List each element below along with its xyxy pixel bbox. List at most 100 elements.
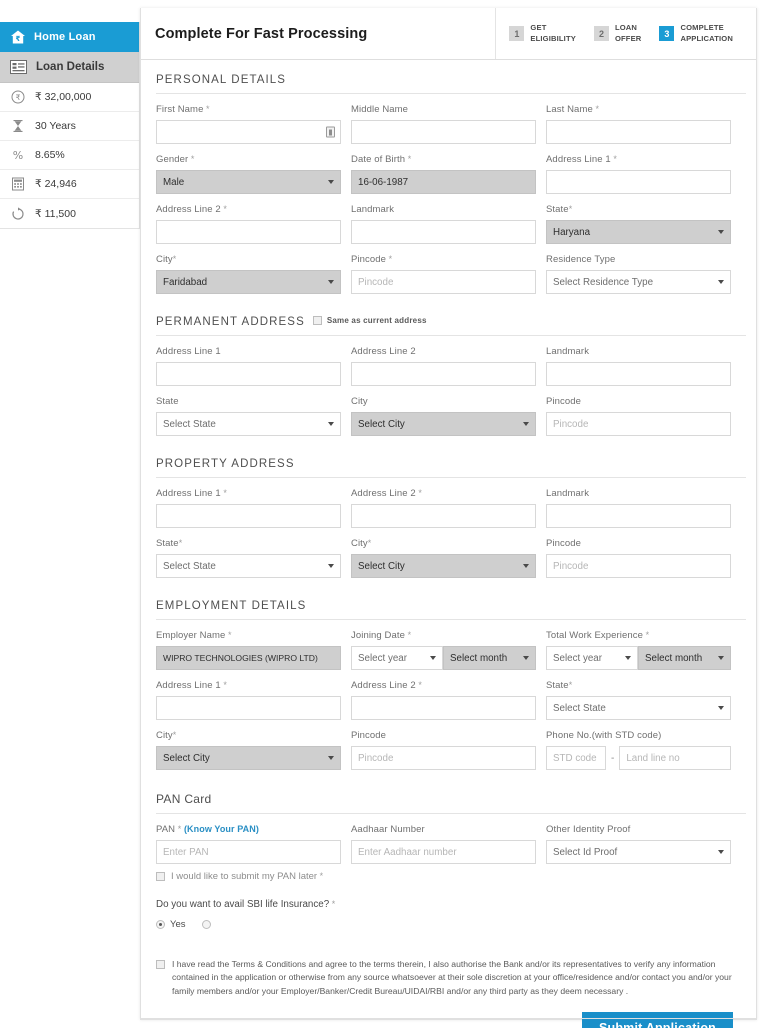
middle-name-input[interactable]: [351, 120, 536, 144]
perm-city-select[interactable]: Select City: [351, 412, 536, 436]
residence-type-value: Select Residence Type: [553, 276, 654, 288]
step-get-eligibility[interactable]: 1 GET ELIGIBILITY: [500, 8, 585, 59]
checkbox-icon[interactable]: [156, 872, 165, 881]
checkbox-icon[interactable]: [156, 960, 165, 969]
step-loan-offer[interactable]: 2 LOAN OFFER: [585, 8, 650, 59]
emp-pincode-input[interactable]: Pincode: [351, 746, 536, 770]
field-label: State*: [156, 538, 183, 549]
field-prop-address-line-2: Address Line 2 *: [351, 488, 536, 528]
insurance-question-text: Do you want to avail SBI life Insurance?: [156, 899, 330, 910]
home-icon: ₹: [10, 29, 26, 45]
state-select[interactable]: Haryana: [546, 220, 731, 244]
chevron-down-icon: [328, 564, 334, 568]
sidebar-stat-interest-rate: % 8.65%: [0, 141, 139, 170]
checkbox-icon[interactable]: [312, 316, 322, 325]
field-phone-number: Phone No.(with STD code) STD code - Land…: [546, 730, 731, 770]
field-label: Last Name *: [546, 104, 600, 115]
std-code-input[interactable]: STD code: [546, 746, 606, 770]
insurance-option-yes[interactable]: Yes: [156, 919, 186, 930]
section-header-property-address: PROPERTY ADDRESS: [156, 458, 746, 478]
pan-input[interactable]: Enter PAN: [156, 840, 341, 864]
page-title: Complete For Fast Processing: [155, 25, 368, 42]
other-id-proof-select[interactable]: Select Id Proof: [546, 840, 731, 864]
perm-address-line-1-input[interactable]: [156, 362, 341, 386]
autofill-icon[interactable]: [326, 126, 335, 138]
sidebar-stat-value: ₹ 24,946: [35, 178, 77, 190]
form-row: State* Select State City* Select City Pi…: [156, 538, 744, 578]
prop-state-select[interactable]: Select State: [156, 554, 341, 578]
aadhaar-input[interactable]: Enter Aadhaar number: [351, 840, 536, 864]
field-emp-address-line-1: Address Line 1 *: [156, 680, 341, 720]
sidebar-item-loan-details[interactable]: Loan Details: [0, 52, 139, 83]
emp-address-line-1-input[interactable]: [156, 696, 341, 720]
experience-year-select[interactable]: Select year: [546, 646, 638, 670]
radio-icon[interactable]: [156, 920, 165, 929]
experience-month-value: Select month: [645, 652, 703, 664]
field-label: Gender *: [156, 154, 195, 165]
emp-city-select[interactable]: Select City: [156, 746, 341, 770]
perm-pincode-input[interactable]: Pincode: [546, 412, 731, 436]
address-line-1-input[interactable]: [546, 170, 731, 194]
same-as-current-address-toggle[interactable]: Same as current address: [312, 316, 427, 325]
field-city: City* Faridabad: [156, 254, 341, 294]
sidebar-stat-tenure: 30 Years: [0, 112, 139, 141]
first-name-input[interactable]: [156, 120, 341, 144]
joining-year-select[interactable]: Select year: [351, 646, 443, 670]
prop-address-line-1-input[interactable]: [156, 504, 341, 528]
step-complete-application[interactable]: 3 COMPLETE APPLICATION: [650, 8, 742, 59]
form-row: Address Line 1 * Address Line 2 * Landma…: [156, 488, 744, 528]
landmark-input[interactable]: [351, 220, 536, 244]
perm-landmark-input[interactable]: [546, 362, 731, 386]
pincode-input[interactable]: Pincode: [351, 270, 536, 294]
insurance-option-no[interactable]: [201, 920, 216, 929]
form-row: First Name * Middle Name Last Name *: [156, 104, 744, 144]
form-row: Employer Name * WIPRO TECHNOLOGIES (WIPR…: [156, 630, 744, 670]
perm-state-select[interactable]: Select State: [156, 412, 341, 436]
landline-number-input[interactable]: Land line no: [619, 746, 731, 770]
chevron-down-icon: [718, 656, 724, 660]
step-indicator: 1 GET ELIGIBILITY 2 LOAN OFFER 3 COMPLET…: [495, 8, 742, 59]
percent-icon: %: [11, 148, 25, 162]
address-line-2-input[interactable]: [156, 220, 341, 244]
gender-select[interactable]: Male: [156, 170, 341, 194]
field-label: Landmark: [546, 346, 590, 357]
field-label: City*: [351, 538, 372, 549]
emp-state-select[interactable]: Select State: [546, 696, 731, 720]
city-select[interactable]: Faridabad: [156, 270, 341, 294]
joining-month-value: Select month: [450, 652, 508, 664]
perm-address-line-2-input[interactable]: [351, 362, 536, 386]
prop-address-line-2-input[interactable]: [351, 504, 536, 528]
sidebar-item-home-loan[interactable]: ₹ Home Loan: [0, 22, 139, 52]
field-label: Address Line 1 *: [546, 154, 617, 165]
prop-pincode-input[interactable]: Pincode: [546, 554, 731, 578]
experience-month-select[interactable]: Select month: [638, 646, 731, 670]
section-title: PROPERTY ADDRESS: [156, 458, 295, 470]
sidebar-stat-value: 8.65%: [35, 149, 65, 161]
joining-month-select[interactable]: Select month: [443, 646, 536, 670]
last-name-input[interactable]: [546, 120, 731, 144]
pan-later-checkbox-row[interactable]: I would like to submit my PAN later *: [156, 871, 744, 882]
field-perm-city: City Select City: [351, 396, 536, 436]
form-row: Address Line 2 * Landmark State* Haryana: [156, 204, 744, 244]
section-header-pan-card: PAN Card: [156, 792, 746, 814]
field-label: Address Line 1 *: [156, 488, 227, 499]
experience-year-value: Select year: [553, 652, 603, 664]
field-label: Address Line 2: [351, 346, 416, 357]
gender-value: Male: [163, 176, 185, 188]
form-row: State Select State City Select City Pinc…: [156, 396, 744, 436]
prop-landmark-input[interactable]: [546, 504, 731, 528]
section-title: EMPLOYMENT DETAILS: [156, 600, 307, 612]
employer-name-input[interactable]: WIPRO TECHNOLOGIES (WIPRO LTD): [156, 646, 341, 670]
field-prop-state: State* Select State: [156, 538, 341, 578]
field-emp-city: City* Select City: [156, 730, 341, 770]
prop-city-select[interactable]: Select City: [351, 554, 536, 578]
know-your-pan-link[interactable]: (Know Your PAN): [184, 824, 259, 834]
residence-type-select[interactable]: Select Residence Type: [546, 270, 731, 294]
svg-text:%: %: [13, 149, 23, 162]
radio-icon[interactable]: [201, 920, 211, 929]
emp-address-line-2-input[interactable]: [351, 696, 536, 720]
submit-application-button[interactable]: Submit Application: [581, 1011, 733, 1028]
field-aadhaar-number: Aadhaar Number Enter Aadhaar number: [351, 824, 536, 864]
date-of-birth-input[interactable]: 16-06-1987: [351, 170, 536, 194]
sidebar-stat-loan-amount: ₹ ₹ 32,00,000: [0, 83, 139, 112]
